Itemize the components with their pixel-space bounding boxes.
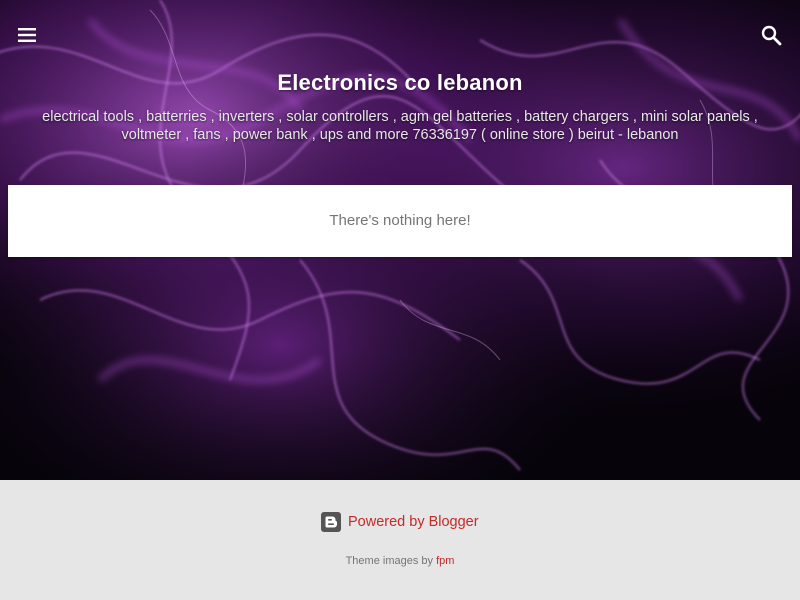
footer: Powered by Blogger Theme images by fpm [0, 480, 800, 600]
menu-icon [18, 28, 36, 42]
theme-credit-prefix: Theme images by [345, 555, 434, 567]
posts-card: There's nothing here! [8, 185, 792, 257]
blog-page: Electronics co lebanon electrical tools … [0, 0, 800, 600]
menu-button[interactable] [14, 22, 42, 48]
theme-credit-link[interactable]: fpm [436, 555, 454, 567]
powered-by-label: Powered by Blogger [348, 514, 479, 530]
theme-credits: Theme images by fpm [0, 555, 800, 567]
empty-message: There's nothing here! [329, 212, 471, 229]
blog-description: electrical tools , batterries , inverter… [42, 109, 758, 143]
blog-title[interactable]: Electronics co lebanon [0, 70, 800, 96]
header-hero: Electronics co lebanon electrical tools … [0, 0, 800, 480]
blogger-icon [321, 512, 341, 532]
search-button[interactable] [758, 22, 786, 50]
powered-by-blogger-link[interactable]: Powered by Blogger [320, 511, 479, 533]
search-icon [761, 25, 782, 46]
